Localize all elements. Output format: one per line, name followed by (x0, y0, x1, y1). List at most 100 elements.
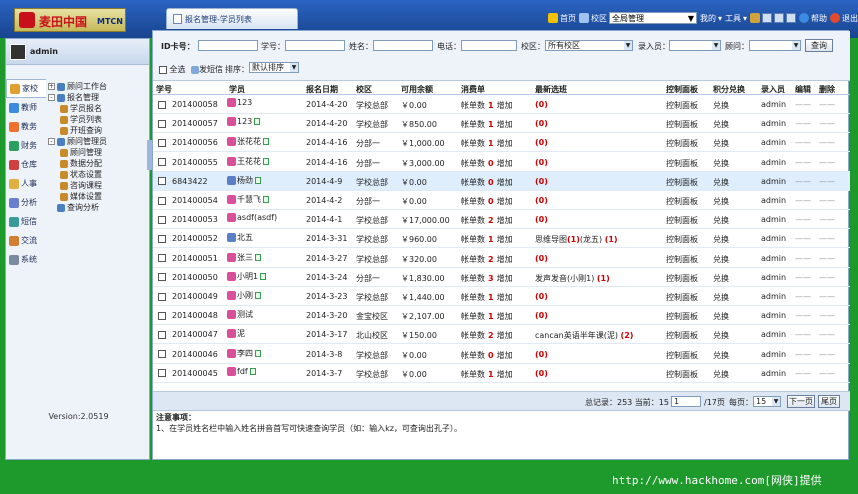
row-checkbox[interactable] (158, 138, 166, 147)
nav-tree-item[interactable]: 状态设置 (46, 169, 149, 180)
expand-toggle-icon[interactable]: - (48, 94, 55, 101)
add-bill-link[interactable]: 增加 (497, 274, 513, 283)
memo-icon[interactable] (263, 138, 269, 146)
recorder-select[interactable]: ▼ (669, 40, 721, 51)
select-all[interactable]: 全选 (159, 64, 186, 75)
redeem-link[interactable]: 兑换 (713, 273, 729, 284)
send-sms-button[interactable]: 发短信 (191, 64, 223, 75)
row-checkbox[interactable] (158, 119, 166, 128)
page-number-input[interactable]: 1 (671, 396, 701, 407)
control-panel-link[interactable]: 控制面板 (666, 177, 698, 188)
redeem-link[interactable]: 兑换 (713, 119, 729, 130)
add-bill-link[interactable]: 增加 (497, 120, 513, 129)
memo-icon[interactable] (255, 176, 261, 184)
query-button[interactable]: 查询 (805, 39, 833, 52)
filter-campus-select[interactable]: 所有校区 ▼ (545, 40, 633, 51)
student-name-cell[interactable]: 北五 (227, 232, 253, 243)
nav-tree-item[interactable]: 学员列表 (46, 114, 149, 125)
memo-icon[interactable] (263, 157, 269, 165)
row-checkbox[interactable] (158, 215, 166, 224)
sort-select[interactable]: 默认排序 ▼ (249, 62, 299, 73)
add-bill-link[interactable]: 增加 (497, 197, 513, 206)
redeem-link[interactable]: 兑换 (713, 369, 729, 380)
expand-toggle-icon[interactable]: + (48, 83, 55, 90)
control-panel-link[interactable]: 控制面板 (666, 158, 698, 169)
memo-icon[interactable] (249, 367, 256, 375)
row-checkbox[interactable] (158, 330, 166, 339)
module-4[interactable]: 仓库 (6, 155, 46, 174)
redeem-link[interactable]: 兑换 (713, 158, 729, 169)
add-bill-link[interactable]: 增加 (497, 178, 513, 187)
row-checkbox[interactable] (158, 177, 166, 186)
student-name-cell[interactable]: 李四 (227, 348, 261, 359)
mine-menu[interactable]: 我的 ▾ (700, 13, 722, 24)
add-bill-link[interactable]: 增加 (497, 159, 513, 168)
nav-tree-item[interactable]: 查询分析 (46, 202, 149, 213)
student-name-cell[interactable]: 王花花 (227, 156, 269, 167)
memo-icon[interactable] (263, 196, 269, 203)
tools-menu[interactable]: 工具 ▾ (725, 13, 747, 24)
advisor-select[interactable]: ▼ (749, 40, 801, 51)
row-checkbox[interactable] (158, 234, 166, 243)
add-bill-link[interactable]: 增加 (497, 139, 513, 148)
memo-icon[interactable] (255, 253, 261, 261)
nav-tree-item[interactable]: 学员报名 (46, 103, 149, 114)
control-panel-link[interactable]: 控制面板 (666, 196, 698, 207)
redeem-link[interactable]: 兑换 (713, 254, 729, 265)
row-checkbox[interactable] (158, 311, 166, 320)
control-panel-link[interactable]: 控制面板 (666, 119, 698, 130)
id-card-input[interactable] (198, 40, 258, 51)
row-checkbox[interactable] (158, 196, 166, 205)
control-panel-link[interactable]: 控制面板 (666, 234, 698, 245)
sound-icon[interactable] (750, 13, 760, 23)
nav-tree-item[interactable]: - 顾问管理员 (46, 136, 149, 147)
control-panel-link[interactable]: 控制面板 (666, 330, 698, 341)
control-panel-link[interactable]: 控制面板 (666, 292, 698, 303)
control-panel-link[interactable]: 控制面板 (666, 311, 698, 322)
control-panel-link[interactable]: 控制面板 (666, 369, 698, 380)
redeem-link[interactable]: 兑换 (713, 177, 729, 188)
phone-input[interactable] (461, 40, 517, 51)
redeem-link[interactable]: 兑换 (713, 292, 729, 303)
nav-tree-item[interactable]: 媒体设置 (46, 191, 149, 202)
control-panel-link[interactable]: 控制面板 (666, 273, 698, 284)
redeem-link[interactable]: 兑换 (713, 196, 729, 207)
add-bill-link[interactable]: 增加 (497, 255, 513, 264)
student-no-input[interactable] (285, 40, 345, 51)
module-6[interactable]: 分析 (6, 193, 46, 212)
add-bill-link[interactable]: 增加 (497, 216, 513, 225)
student-name-cell[interactable]: 泥 (227, 328, 245, 339)
exit-button[interactable]: 退出 (830, 13, 858, 24)
control-panel-link[interactable]: 控制面板 (666, 215, 698, 226)
nav-tree-item[interactable]: 咨询课程 (46, 180, 149, 191)
module-1[interactable]: 教师 (6, 98, 46, 117)
student-name-cell[interactable]: 张三 (227, 252, 261, 263)
add-bill-link[interactable]: 增加 (497, 312, 513, 321)
module-5[interactable]: 人事 (6, 174, 46, 193)
redeem-link[interactable]: 兑换 (713, 215, 729, 226)
name-input[interactable] (373, 40, 433, 51)
row-checkbox[interactable] (158, 350, 166, 359)
control-panel-link[interactable]: 控制面板 (666, 138, 698, 149)
nav-tree-item[interactable]: 开班查询 (46, 125, 149, 136)
home-button[interactable]: 首页 (547, 13, 576, 24)
add-bill-link[interactable]: 增加 (497, 235, 513, 244)
help-button[interactable]: 帮助 (799, 13, 827, 24)
student-name-cell[interactable]: 小刚 (227, 290, 261, 301)
student-name-cell[interactable]: 123 (227, 98, 252, 107)
layout-3-icon[interactable] (786, 13, 796, 23)
student-name-cell[interactable]: 千慧飞 (227, 194, 269, 205)
add-bill-link[interactable]: 增加 (497, 293, 513, 302)
control-panel-link[interactable]: 控制面板 (666, 350, 698, 361)
add-bill-link[interactable]: 增加 (497, 370, 513, 379)
control-panel-link[interactable]: 控制面板 (666, 254, 698, 265)
nav-tree-item[interactable]: 数据分配 (46, 158, 149, 169)
module-9[interactable]: 系统 (6, 250, 46, 269)
last-page-button[interactable]: 尾页 (818, 395, 840, 408)
campus-select[interactable]: 全局管理 ▼ (608, 12, 697, 24)
redeem-link[interactable]: 兑换 (713, 234, 729, 245)
row-checkbox[interactable] (158, 369, 166, 378)
student-name-cell[interactable]: fdf (227, 366, 256, 376)
student-name-cell[interactable]: 小明1 (227, 271, 267, 282)
module-3[interactable]: 财务 (6, 136, 46, 155)
